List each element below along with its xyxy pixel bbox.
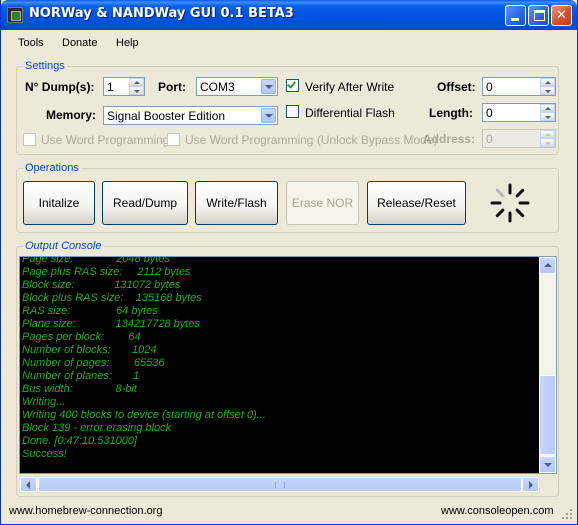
verify-after-write-label: Verify After Write	[305, 80, 395, 94]
console-line: Plane size: 134217728 bytes	[22, 318, 200, 330]
console-line: Bus width: 8-bit	[22, 383, 137, 395]
resize-grip-icon[interactable]	[561, 508, 573, 520]
window-title: NORWay & NANDWay GUI 0.1 BETA3	[29, 6, 294, 21]
use-word-programming-unlock-checkbox[interactable]	[167, 133, 180, 146]
memory-dropdown-icon[interactable]	[261, 108, 276, 123]
console-line: RAS size: 64 bytes	[22, 305, 158, 317]
output-console-group-title: Output Console	[23, 240, 104, 252]
maximize-icon	[534, 10, 545, 21]
port-select[interactable]: COM3	[196, 77, 278, 96]
console-line: Pages per block: 64	[22, 331, 141, 343]
title-bar[interactable]: NORWay & NANDWay GUI 0.1 BETA3 ✕	[1, 0, 577, 30]
console-line: Block plus RAS size: 135168 bytes	[22, 292, 202, 304]
memory-select[interactable]: Signal Booster Edition	[103, 106, 278, 125]
scroll-down-button[interactable]	[539, 456, 556, 473]
dumps-down-button[interactable]	[129, 86, 144, 95]
console-line: Number of pages: 65536	[22, 357, 165, 369]
length-down-button[interactable]	[540, 112, 555, 121]
dumps-label: N° Dump(s):	[25, 80, 95, 94]
length-spinner[interactable]: 0	[482, 103, 556, 122]
scroll-right-button[interactable]	[522, 477, 539, 492]
offset-down-button[interactable]	[540, 86, 555, 95]
address-label: Address:	[423, 132, 476, 146]
console-horizontal-scrollbar[interactable]	[19, 476, 540, 493]
close-icon: ✕	[556, 8, 567, 23]
console-line: Block 139 - error erasing block	[22, 422, 172, 434]
memory-value: Signal Booster Edition	[107, 109, 226, 123]
console-line: Success!	[22, 448, 67, 460]
console-line: Done. [0:47:10.531000]	[22, 435, 137, 447]
length-label: Length:	[429, 106, 473, 120]
settings-group-title: Settings	[23, 60, 67, 72]
write-flash-button[interactable]: Write/Flash	[195, 181, 278, 225]
console-vertical-scrollbar[interactable]	[539, 257, 556, 473]
app-window: NORWay & NANDWay GUI 0.1 BETA3 ✕ Tools D…	[0, 0, 578, 525]
port-value: COM3	[200, 80, 235, 94]
vertical-scroll-thumb[interactable]	[539, 375, 556, 455]
console-line: Writing 400 blocks to device (starting a…	[22, 409, 266, 421]
console-line: Block size: 131072 bytes	[22, 279, 181, 291]
verify-after-write-checkbox[interactable]	[286, 79, 299, 92]
offset-up-button[interactable]	[540, 78, 555, 86]
scroll-up-button[interactable]	[539, 257, 556, 274]
console-line: Page size: 2048 bytes	[22, 256, 170, 265]
erase-nor-button[interactable]: Erase NOR	[286, 181, 359, 225]
address-up-button[interactable]	[540, 130, 555, 138]
spinner-spoke	[515, 208, 525, 218]
console-line: Writing...	[22, 396, 66, 408]
offset-spinner[interactable]: 0	[482, 77, 556, 96]
offset-label: Offset:	[437, 80, 476, 94]
port-dropdown-icon[interactable]	[261, 79, 276, 94]
dumps-up-button[interactable]	[129, 78, 144, 86]
address-value: 0	[486, 132, 493, 146]
port-label: Port:	[158, 80, 186, 94]
operations-group-title: Operations	[23, 162, 81, 174]
address-down-button[interactable]	[540, 138, 555, 147]
horizontal-scroll-thumb[interactable]	[38, 477, 522, 492]
menu-tools[interactable]: Tools	[18, 37, 44, 49]
offset-value: 0	[486, 80, 493, 94]
initialize-button[interactable]: Initalize	[23, 181, 95, 225]
minimize-icon	[511, 18, 519, 21]
console-line: Number of planes: 1	[22, 370, 140, 382]
length-up-button[interactable]	[540, 104, 555, 112]
app-icon[interactable]	[7, 7, 23, 23]
dumps-spinner[interactable]: 1	[103, 77, 145, 96]
memory-label: Memory:	[46, 108, 97, 122]
read-dump-button[interactable]: Read/Dump	[102, 181, 188, 225]
console-line: Number of blocks: 1024	[22, 344, 157, 356]
use-word-programming-label: Use Word Programming	[41, 133, 170, 147]
differential-flash-checkbox[interactable]	[286, 105, 299, 118]
use-word-programming-checkbox[interactable]	[23, 133, 36, 146]
spinner-spoke	[515, 188, 525, 198]
spinner-spoke	[495, 188, 505, 198]
footer-right-link[interactable]: www.consoleopen.com	[441, 505, 554, 517]
address-spinner[interactable]: 0	[482, 129, 556, 148]
length-value: 0	[486, 106, 493, 120]
checkmark-icon	[287, 79, 296, 89]
busy-spinner-icon	[490, 183, 530, 223]
spinner-spoke	[495, 208, 505, 218]
maximize-button[interactable]	[528, 5, 549, 26]
dumps-value: 1	[107, 80, 114, 94]
differential-flash-label: Differential Flash	[305, 106, 395, 120]
menu-donate[interactable]: Donate	[62, 37, 97, 49]
release-reset-button[interactable]: Release/Reset	[367, 181, 466, 225]
console-text: Page size: 2048 bytes Page plus RAS size:…	[22, 256, 266, 461]
output-console[interactable]: Page size: 2048 bytes Page plus RAS size:…	[19, 256, 557, 474]
close-button[interactable]: ✕	[551, 5, 572, 26]
menu-help[interactable]: Help	[116, 37, 139, 49]
minimize-button[interactable]	[505, 5, 526, 26]
scroll-left-button[interactable]	[20, 477, 37, 492]
console-line: Page plus RAS size: 2112 bytes	[22, 266, 191, 278]
use-word-programming-unlock-label: Use Word Programming (Unlock Bypass Mode…	[185, 133, 438, 147]
footer-left-link[interactable]: www.homebrew-connection.org	[9, 505, 162, 517]
